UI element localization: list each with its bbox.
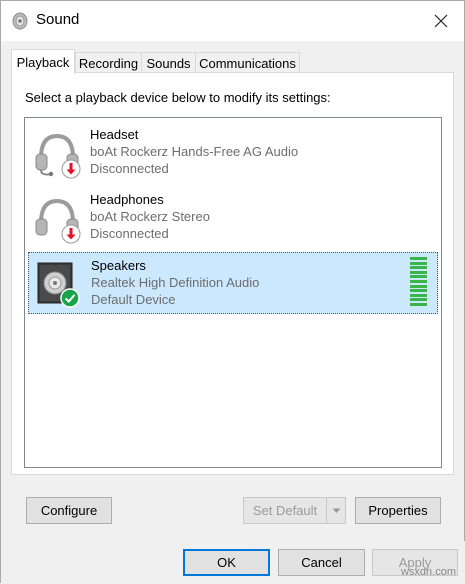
device-driver: boAt Rockerz Stereo [90,209,210,224]
level-meter-bar [410,275,427,279]
window-title: Sound [36,11,80,28]
disconnected-badge-icon [61,159,81,179]
level-meter-bar [410,257,427,260]
device-status: Disconnected [90,161,169,176]
tab-communications[interactable]: Communications [195,52,300,73]
device-name: Headphones [90,192,164,207]
playback-panel: Select a playback device below to modify… [11,72,454,475]
cancel-button[interactable]: Cancel [278,549,365,576]
close-icon [434,14,448,28]
title-bar: Sound [1,1,464,41]
device-item-headset[interactable]: Headset boAt Rockerz Hands-Free AG Audio… [28,122,438,184]
close-button[interactable] [418,1,464,41]
level-meter-bar [410,280,427,283]
level-meter-bar [410,261,427,265]
disconnected-badge-icon [61,224,81,244]
tab-recording[interactable]: Recording [75,52,142,73]
tab-playback[interactable]: Playback [11,49,75,74]
properties-button[interactable]: Properties [355,497,441,524]
volume-level-meter [410,257,427,309]
set-default-dropdown[interactable] [326,497,346,524]
level-meter-bar [410,270,427,274]
level-meter-bar [410,289,427,293]
configure-button[interactable]: Configure [26,497,112,524]
tab-sounds[interactable]: Sounds [141,52,196,73]
ok-button[interactable]: OK [183,549,270,576]
device-driver: Realtek High Definition Audio [91,275,260,290]
device-driver: boAt Rockerz Hands-Free AG Audio [90,144,299,159]
level-meter-bar [410,298,427,302]
level-meter-bar [410,284,427,288]
instructions-text: Select a playback device below to modify… [25,90,331,105]
device-name: Headset [90,127,139,142]
device-name: Speakers [91,258,146,273]
speaker-app-icon [12,12,28,30]
level-meter-bar [410,266,427,270]
device-status: Disconnected [90,226,169,241]
level-meter-bar [410,293,427,297]
sound-dialog: Sound Playback Recording Sounds Communic… [0,0,465,584]
watermark-text: wsxdn.com [400,566,456,578]
level-meter-bar [410,303,427,306]
device-status: Default Device [91,292,176,307]
device-item-headphones[interactable]: Headphones boAt Rockerz Stereo Disconnec… [28,187,438,249]
set-default-button[interactable]: Set Default [243,497,327,524]
default-check-icon [60,288,80,308]
device-item-speakers[interactable]: Speakers Realtek High Definition Audio D… [28,252,438,314]
chevron-down-icon [332,508,340,513]
device-list[interactable]: Headset boAt Rockerz Hands-Free AG Audio… [24,117,442,468]
